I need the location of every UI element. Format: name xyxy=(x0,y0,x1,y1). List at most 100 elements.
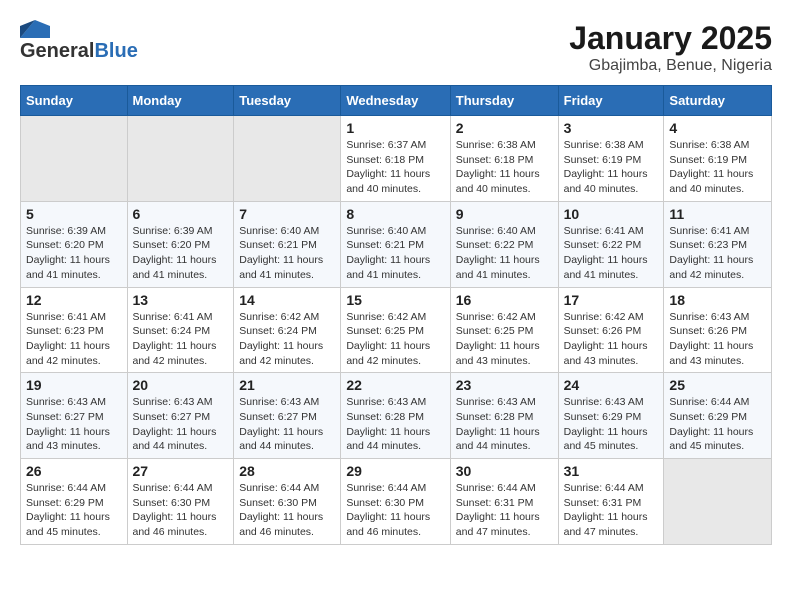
day-cell: 22 Sunrise: 6:43 AM Sunset: 6:28 PM Dayli… xyxy=(341,373,450,459)
day-number: 4 xyxy=(669,120,766,136)
location: Gbajimba, Benue, Nigeria xyxy=(569,57,772,75)
header-tuesday: Tuesday xyxy=(234,86,341,116)
day-number: 7 xyxy=(239,206,335,222)
calendar-table: SundayMondayTuesdayWednesdayThursdayFrid… xyxy=(20,85,772,545)
day-cell: 18 Sunrise: 6:43 AM Sunset: 6:26 PM Dayli… xyxy=(664,287,772,373)
day-cell xyxy=(21,116,128,202)
day-cell: 3 Sunrise: 6:38 AM Sunset: 6:19 PM Daylig… xyxy=(558,116,664,202)
day-number: 12 xyxy=(26,292,122,308)
day-number: 3 xyxy=(564,120,659,136)
day-info: Sunrise: 6:38 AM Sunset: 6:18 PM Dayligh… xyxy=(456,138,553,197)
week-row-3: 12Sunrise: 6:41 AM Sunset: 6:23 PM Dayli… xyxy=(21,287,772,373)
day-info: Sunrise: 6:41 AM Sunset: 6:24 PM Dayligh… xyxy=(133,310,229,369)
week-row-4: 19 Sunrise: 6:43 AM Sunset: 6:27 PM Dayli… xyxy=(21,373,772,459)
day-info: Sunrise: 6:37 AM Sunset: 6:18 PM Dayligh… xyxy=(346,138,444,197)
header-wednesday: Wednesday xyxy=(341,86,450,116)
day-info: Sunrise: 6:44 AM Sunset: 6:31 PM Dayligh… xyxy=(456,481,553,540)
day-info: Sunrise: 6:44 AM Sunset: 6:29 PM Dayligh… xyxy=(669,395,766,454)
day-info: Sunrise: 6:38 AM Sunset: 6:19 PM Dayligh… xyxy=(564,138,659,197)
day-cell: 30 Sunrise: 6:44 AM Sunset: 6:31 PM Dayli… xyxy=(450,459,558,545)
day-cell: 31Sunrise: 6:44 AM Sunset: 6:31 PM Dayli… xyxy=(558,459,664,545)
day-info: Sunrise: 6:43 AM Sunset: 6:27 PM Dayligh… xyxy=(239,395,335,454)
day-info: Sunrise: 6:43 AM Sunset: 6:28 PM Dayligh… xyxy=(346,395,444,454)
day-cell: 26 Sunrise: 6:44 AM Sunset: 6:29 PM Dayli… xyxy=(21,459,128,545)
logo: GeneralBlue xyxy=(20,20,138,63)
logo-icon xyxy=(20,20,50,38)
day-cell: 11 Sunrise: 6:41 AM Sunset: 6:23 PM Dayli… xyxy=(664,201,772,287)
day-number: 5 xyxy=(26,206,122,222)
day-cell: 14Sunrise: 6:42 AM Sunset: 6:24 PM Dayli… xyxy=(234,287,341,373)
day-cell: 16Sunrise: 6:42 AM Sunset: 6:25 PM Dayli… xyxy=(450,287,558,373)
day-cell: 12Sunrise: 6:41 AM Sunset: 6:23 PM Dayli… xyxy=(21,287,128,373)
day-cell: 1 Sunrise: 6:37 AM Sunset: 6:18 PM Daylig… xyxy=(341,116,450,202)
day-number: 17 xyxy=(564,292,659,308)
day-info: Sunrise: 6:42 AM Sunset: 6:25 PM Dayligh… xyxy=(456,310,553,369)
day-number: 24 xyxy=(564,377,659,393)
header-row: SundayMondayTuesdayWednesdayThursdayFrid… xyxy=(21,86,772,116)
header-sunday: Sunday xyxy=(21,86,128,116)
day-cell: 5 Sunrise: 6:39 AM Sunset: 6:20 PM Daylig… xyxy=(21,201,128,287)
day-number: 23 xyxy=(456,377,553,393)
day-cell: 27 Sunrise: 6:44 AM Sunset: 6:30 PM Dayli… xyxy=(127,459,234,545)
day-info: Sunrise: 6:38 AM Sunset: 6:19 PM Dayligh… xyxy=(669,138,766,197)
day-cell: 29Sunrise: 6:44 AM Sunset: 6:30 PM Dayli… xyxy=(341,459,450,545)
day-cell: 24Sunrise: 6:43 AM Sunset: 6:29 PM Dayli… xyxy=(558,373,664,459)
day-info: Sunrise: 6:41 AM Sunset: 6:23 PM Dayligh… xyxy=(669,224,766,283)
day-number: 27 xyxy=(133,463,229,479)
day-number: 22 xyxy=(346,377,444,393)
day-cell: 10 Sunrise: 6:41 AM Sunset: 6:22 PM Dayli… xyxy=(558,201,664,287)
day-cell: 25 Sunrise: 6:44 AM Sunset: 6:29 PM Dayli… xyxy=(664,373,772,459)
day-number: 18 xyxy=(669,292,766,308)
page-header: GeneralBlue January 2025 Gbajimba, Benue… xyxy=(20,20,772,75)
day-info: Sunrise: 6:40 AM Sunset: 6:21 PM Dayligh… xyxy=(239,224,335,283)
day-cell: 28 Sunrise: 6:44 AM Sunset: 6:30 PM Dayli… xyxy=(234,459,341,545)
day-info: Sunrise: 6:42 AM Sunset: 6:26 PM Dayligh… xyxy=(564,310,659,369)
day-cell: 20 Sunrise: 6:43 AM Sunset: 6:27 PM Dayli… xyxy=(127,373,234,459)
header-monday: Monday xyxy=(127,86,234,116)
day-info: Sunrise: 6:39 AM Sunset: 6:20 PM Dayligh… xyxy=(133,224,229,283)
title-block: January 2025 Gbajimba, Benue, Nigeria xyxy=(569,20,772,75)
day-cell: 9 Sunrise: 6:40 AM Sunset: 6:22 PM Daylig… xyxy=(450,201,558,287)
day-number: 25 xyxy=(669,377,766,393)
day-cell: 23 Sunrise: 6:43 AM Sunset: 6:28 PM Dayli… xyxy=(450,373,558,459)
day-cell xyxy=(664,459,772,545)
day-info: Sunrise: 6:40 AM Sunset: 6:22 PM Dayligh… xyxy=(456,224,553,283)
day-info: Sunrise: 6:43 AM Sunset: 6:26 PM Dayligh… xyxy=(669,310,766,369)
day-number: 20 xyxy=(133,377,229,393)
logo-general: General xyxy=(20,40,94,63)
day-number: 9 xyxy=(456,206,553,222)
day-number: 11 xyxy=(669,206,766,222)
day-info: Sunrise: 6:39 AM Sunset: 6:20 PM Dayligh… xyxy=(26,224,122,283)
day-cell xyxy=(127,116,234,202)
day-number: 19 xyxy=(26,377,122,393)
header-saturday: Saturday xyxy=(664,86,772,116)
day-number: 26 xyxy=(26,463,122,479)
day-number: 21 xyxy=(239,377,335,393)
header-friday: Friday xyxy=(558,86,664,116)
day-info: Sunrise: 6:44 AM Sunset: 6:30 PM Dayligh… xyxy=(133,481,229,540)
week-row-2: 5 Sunrise: 6:39 AM Sunset: 6:20 PM Daylig… xyxy=(21,201,772,287)
day-info: Sunrise: 6:40 AM Sunset: 6:21 PM Dayligh… xyxy=(346,224,444,283)
day-info: Sunrise: 6:43 AM Sunset: 6:27 PM Dayligh… xyxy=(26,395,122,454)
day-info: Sunrise: 6:44 AM Sunset: 6:31 PM Dayligh… xyxy=(564,481,659,540)
day-cell: 21 Sunrise: 6:43 AM Sunset: 6:27 PM Dayli… xyxy=(234,373,341,459)
day-info: Sunrise: 6:42 AM Sunset: 6:25 PM Dayligh… xyxy=(346,310,444,369)
day-cell: 8Sunrise: 6:40 AM Sunset: 6:21 PM Daylig… xyxy=(341,201,450,287)
day-number: 2 xyxy=(456,120,553,136)
logo-blue: Blue xyxy=(94,40,137,63)
day-number: 10 xyxy=(564,206,659,222)
day-info: Sunrise: 6:43 AM Sunset: 6:27 PM Dayligh… xyxy=(133,395,229,454)
day-number: 1 xyxy=(346,120,444,136)
day-number: 28 xyxy=(239,463,335,479)
day-number: 6 xyxy=(133,206,229,222)
day-info: Sunrise: 6:44 AM Sunset: 6:29 PM Dayligh… xyxy=(26,481,122,540)
day-cell xyxy=(234,116,341,202)
day-info: Sunrise: 6:43 AM Sunset: 6:28 PM Dayligh… xyxy=(456,395,553,454)
month-title: January 2025 xyxy=(569,20,772,57)
day-info: Sunrise: 6:44 AM Sunset: 6:30 PM Dayligh… xyxy=(239,481,335,540)
day-number: 29 xyxy=(346,463,444,479)
day-number: 30 xyxy=(456,463,553,479)
day-cell: 4 Sunrise: 6:38 AM Sunset: 6:19 PM Daylig… xyxy=(664,116,772,202)
day-info: Sunrise: 6:41 AM Sunset: 6:22 PM Dayligh… xyxy=(564,224,659,283)
day-number: 14 xyxy=(239,292,335,308)
